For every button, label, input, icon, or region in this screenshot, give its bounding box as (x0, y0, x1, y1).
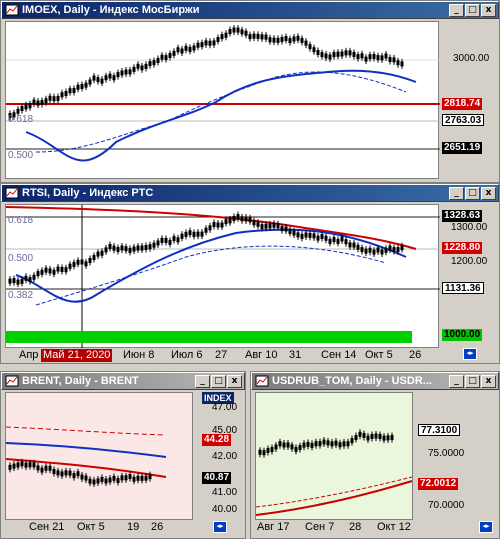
rtsi-window[interactable]: RTSI, Daily - Индекс РТС _ □ x 0.618 0.5… (0, 183, 500, 364)
fib-level-label: 0.618 (8, 114, 34, 125)
date-label: Сен 14 (321, 349, 357, 361)
price-level: 47.00 (212, 402, 238, 413)
price-level: 1200.00 (451, 256, 488, 267)
price-tag-red: 2818.74 (442, 98, 483, 110)
price-tag-green: 1000.00 (442, 329, 483, 341)
imoex-window[interactable]: IMOEX, Daily - Индекс МосБиржи _ □ x 0.6… (0, 0, 500, 183)
maximize-button[interactable]: □ (211, 374, 226, 388)
date-label: 27 (215, 349, 228, 361)
price-level: 70.0000 (428, 500, 465, 511)
price-level: 41.00 (212, 487, 238, 498)
date-label: 26 (151, 521, 164, 533)
fib-level-label: 0.500 (8, 253, 34, 264)
chart-window-icon (5, 375, 19, 387)
brent-window[interactable]: BRENT, Daily - BRENT _ □ x INDEX 47.00 4… (0, 371, 246, 539)
price-level: 42.00 (212, 451, 238, 462)
close-button[interactable]: x (227, 374, 242, 388)
fib-level-label: 0.618 (8, 215, 34, 226)
date-label: Июл 6 (171, 349, 203, 361)
rtsi-titlebar[interactable]: RTSI, Daily - Индекс РТС _ □ x (1, 184, 499, 202)
date-label: 26 (409, 349, 422, 361)
price-level: 1300.00 (451, 222, 488, 233)
imoex-title: IMOEX, Daily - Индекс МосБиржи (22, 4, 200, 16)
price-tag-last: 40.87 (202, 472, 232, 484)
date-label: Сен 21 (29, 521, 65, 533)
usdrub-time-axis[interactable]: Авг 17 Сен 7 28 Окт 12 (255, 520, 413, 536)
imoex-plot[interactable]: 0.618 0.500 (5, 21, 440, 179)
close-button[interactable]: x (481, 374, 496, 388)
minimize-button[interactable]: _ (449, 186, 464, 200)
rtsi-title: RTSI, Daily - Индекс РТС (22, 187, 154, 199)
date-label: Июн 8 (123, 349, 155, 361)
minimize-button[interactable]: _ (195, 374, 210, 388)
date-label: 31 (289, 349, 302, 361)
chart-shift-icon[interactable]: ◂▸ (463, 348, 477, 360)
date-label: Авг 17 (257, 521, 290, 533)
usdrub-title: USDRUB_TOM, Daily - USDR... (272, 375, 432, 387)
price-level: 75.0000 (428, 448, 465, 459)
imoex-price-axis[interactable]: 3000.00 2818.74 2763.03 2651.19 (440, 21, 496, 179)
imoex-chart (6, 25, 440, 162)
maximize-button[interactable]: □ (465, 374, 480, 388)
date-label: 28 (349, 521, 362, 533)
date-label: Окт 12 (377, 521, 411, 533)
chart-window-icon (255, 375, 269, 387)
price-tag-last: 2763.03 (442, 114, 485, 126)
brent-price-axis[interactable]: INDEX 47.00 45.00 44.28 42.00 40.87 41.0… (194, 392, 244, 520)
brent-time-axis[interactable]: Сен 21 Окт 5 19 26 (5, 520, 193, 536)
rtsi-price-axis[interactable]: 1328.63 1300.00 1228.80 1200.00 1131.36 … (440, 204, 496, 348)
price-tag-level: 2651.19 (442, 142, 483, 154)
usdrub-titlebar[interactable]: USDRUB_TOM, Daily - USDR... _ □ x (251, 372, 499, 390)
fib-level-label: 0.382 (8, 290, 34, 301)
price-level: 3000.00 (453, 53, 490, 64)
price-tag-red: 72.0012 (418, 478, 459, 490)
maximize-button[interactable]: □ (465, 3, 480, 17)
close-button[interactable]: x (481, 3, 496, 17)
rtsi-plot[interactable]: 0.618 0.500 0.382 (5, 204, 440, 349)
usdrub-window[interactable]: USDRUB_TOM, Daily - USDR... _ □ x 77.310… (250, 371, 500, 539)
chart-window-icon (5, 4, 19, 16)
date-label: 19 (127, 521, 140, 533)
chart-shift-icon[interactable]: ◂▸ (479, 521, 493, 533)
date-label: Окт 5 (365, 349, 393, 361)
minimize-button[interactable]: _ (449, 3, 464, 17)
brent-plot[interactable] (5, 392, 193, 520)
price-level: 40.00 (212, 504, 238, 515)
fib-level-label: 0.500 (8, 150, 34, 161)
imoex-titlebar[interactable]: IMOEX, Daily - Индекс МосБиржи _ □ x (1, 1, 499, 19)
date-label: Апр (19, 349, 39, 361)
maximize-button[interactable]: □ (465, 186, 480, 200)
date-label: Авг 10 (245, 349, 278, 361)
price-tag-last: 1131.36 (442, 282, 484, 294)
usdrub-chart (255, 429, 413, 516)
chart-shift-icon[interactable]: ◂▸ (213, 521, 227, 533)
brent-titlebar[interactable]: BRENT, Daily - BRENT _ □ x (1, 372, 245, 390)
usdrub-plot[interactable] (255, 392, 413, 520)
rtsi-chart (5, 205, 440, 349)
price-tag-last: 77.3100 (418, 424, 461, 436)
price-tag-red: 44.28 (202, 434, 232, 446)
close-button[interactable]: x (481, 186, 496, 200)
brent-chart (5, 426, 167, 488)
date-label: Сен 7 (305, 521, 335, 533)
rtsi-time-axis[interactable]: Апр Июн 8 Июл 6 27 Авг 10 31 Сен 14 Окт … (5, 348, 439, 363)
price-tag-red: 1228.80 (442, 242, 483, 254)
chart-window-icon (5, 187, 19, 199)
brent-title: BRENT, Daily - BRENT (22, 375, 139, 387)
usdrub-price-axis[interactable]: 77.3100 75.0000 72.0012 70.0000 (414, 392, 498, 520)
minimize-button[interactable]: _ (449, 374, 464, 388)
date-label: Окт 5 (77, 521, 105, 533)
crosshair-date-label: Май 21, 2020 (41, 349, 113, 362)
price-tag-top: 1328.63 (442, 210, 483, 222)
